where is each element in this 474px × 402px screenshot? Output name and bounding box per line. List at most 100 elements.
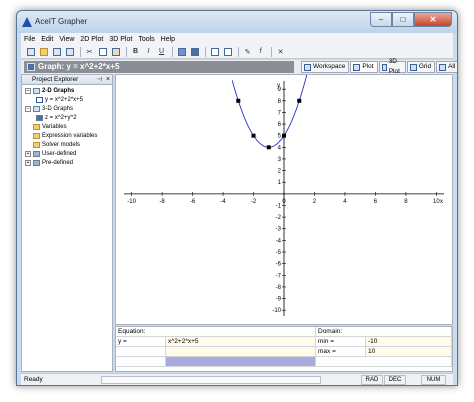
menu-2d-plot[interactable]: 2D Plot [77,36,106,43]
paste-button[interactable] [110,46,121,57]
y-tick-label: 6 [278,122,282,128]
menu-3d-plot[interactable]: 3D Plot [106,36,135,43]
grid-icon [409,63,417,71]
x-tick-label: 8 [404,199,408,205]
chart-folder-icon [33,88,40,94]
data-point [297,98,302,103]
tree-item-2d-graphs[interactable]: − 2-D Graphs [25,87,74,95]
app-logo-icon [22,17,32,27]
equation-header: Equation: [116,327,316,337]
plot-2d-button[interactable] [176,46,187,57]
y-tick-label: -5 [276,250,282,256]
x-tick-label: 6 [374,199,378,205]
max-input[interactable]: 10 [366,347,452,357]
tree-item-graph[interactable]: y = x^2+2*x+5 [36,96,83,104]
function-button[interactable]: f [255,46,266,57]
clear-button[interactable]: ✕ [275,46,286,57]
tree-item-label: Variables [42,124,67,130]
empty-label [116,347,166,357]
save-button[interactable] [51,46,62,57]
empty-input[interactable] [166,347,316,357]
selected-label [116,357,166,367]
tree-item-label: Solver models [42,142,81,148]
tree-item-surface[interactable]: z = x^2+y^2 [36,114,77,122]
gear-icon [33,160,40,166]
toolbar-separator [172,46,173,57]
tree-item-solver-models[interactable]: Solver models [33,141,80,149]
graph-icon [27,63,35,71]
pin-icon[interactable]: ⊣ [97,76,102,85]
open-folder-icon [39,47,48,56]
y-tick-label: -7 [276,273,282,279]
menu-help[interactable]: Help [158,36,178,43]
tab-plot[interactable]: Plot [350,61,378,73]
expand-icon[interactable]: + [25,151,31,157]
tab-3d-plot[interactable]: 3D Plot [378,58,406,75]
plot-area[interactable]: -10 -8 -6 -4 -2 0 2 4 6 8 10 9 8 7 6 5 4 3 2 1 -1 -2 -3 -4 -5 -6-… [115,62,453,325]
menu-tools[interactable]: Tools [135,36,157,43]
tab-workspace[interactable]: Workspace [301,61,350,73]
paste-icon [111,47,120,56]
tab-all[interactable]: All [436,61,457,73]
italic-button[interactable]: I [143,46,154,57]
status-num: NUM [421,375,446,385]
project-explorer: Project Explorer ⊣ × − 2-D Graphs y = x^2… [21,74,113,372]
underline-button[interactable]: U [156,46,167,57]
tab-grid[interactable]: Grid [406,61,436,73]
cut-button[interactable]: ✂ [84,46,95,57]
selected-input[interactable] [166,357,316,367]
x-tick-label: -10 [127,199,136,205]
edit-button[interactable]: ✎ [242,46,253,57]
print-button[interactable] [64,46,75,57]
plot-3d-button[interactable] [189,46,200,57]
tree-item-user-defined[interactable]: + User-defined [25,150,76,158]
copy-button[interactable] [97,46,108,57]
equation-input[interactable]: x^2+2*x+5 [166,337,316,347]
data-point [282,133,286,138]
chart-icon [177,47,186,56]
folder-icon [33,142,40,148]
grid-button[interactable] [209,46,220,57]
min-label: min = [316,337,366,347]
bold-button[interactable]: B [130,46,141,57]
open-button[interactable] [38,46,49,57]
min-input[interactable]: -10 [366,337,452,347]
gear-icon [33,151,40,157]
menu-file[interactable]: File [21,36,38,43]
title-bar[interactable]: AceIT Grapher – □ ✕ [17,11,457,33]
app-window: AceIT Grapher – □ ✕ File Edit View 2D Pl… [16,10,458,386]
x-tick-label: -4 [220,199,226,205]
close-button[interactable]: ✕ [414,12,452,27]
series-line [231,62,311,148]
collapse-icon[interactable]: − [25,106,31,112]
domain-header: Domain: [316,327,452,337]
tree-item-variables[interactable]: Variables [33,123,67,131]
collapse-icon[interactable]: − [25,88,31,94]
x-tick-label: 4 [343,199,347,205]
tree-item-expression-variables[interactable]: Expression variables [33,132,97,140]
line-graph-icon [36,97,43,103]
minimize-button[interactable]: – [370,12,392,27]
explorer-close-button[interactable]: × [106,75,110,84]
table-icon [223,47,232,56]
graph-title: Graph: y = x^2+2*x+5 [38,62,120,71]
maximize-button[interactable]: □ [392,12,414,27]
y-tick-label: 8 [278,99,282,105]
underline-icon: U [158,48,165,55]
y-tick-label: -4 [276,238,282,244]
tab-label: Workspace [313,63,346,70]
menu-edit[interactable]: Edit [38,36,56,43]
3d-plot-icon [381,63,387,71]
expand-icon[interactable]: + [25,160,31,166]
table-button[interactable] [222,46,233,57]
copy-icon [98,47,107,56]
horizontal-scrollbar[interactable] [101,376,321,384]
clear-icon: ✕ [277,48,284,56]
function-icon: f [259,48,262,55]
surface-chart-icon [190,47,199,56]
tree-item-pre-defined[interactable]: + Pre-defined [25,159,73,167]
tree-item-3d-graphs[interactable]: − 3-D Graphs [25,105,73,113]
graph-chart[interactable]: -10 -8 -6 -4 -2 0 2 4 6 8 10987654321-1-2-3-4-5-6-… [116,62,452,324]
menu-view[interactable]: View [56,36,77,43]
new-button[interactable] [25,46,36,57]
